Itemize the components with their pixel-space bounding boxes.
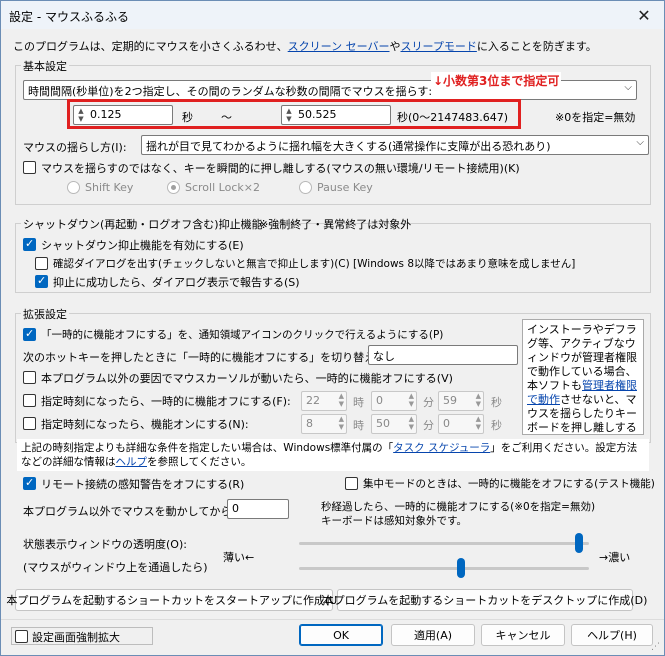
footer-divider	[1, 619, 664, 620]
on-minute-unit: 分	[423, 419, 434, 432]
screensaver-link[interactable]: スクリーン セーバー	[288, 40, 390, 53]
idle-note-1: 秒経過したら、一時的に機能オフにする(※0を指定=無効)	[321, 501, 596, 513]
shutdown-enable-checkbox[interactable]	[23, 237, 36, 251]
window-title: 設定 - マウスふるふる	[9, 10, 129, 24]
max-spin-arrows[interactable]: ▲ ▼	[282, 106, 296, 124]
on-second-unit: 秒	[491, 419, 502, 432]
close-button[interactable]: ✕	[624, 1, 664, 29]
off-time-label: 指定時刻になったら、一時的に機能オフにする(F):	[41, 395, 291, 408]
task-scheduler-info: 上記の時刻指定よりも詳細な条件を指定したい場合は、Windows標準付属の「タス…	[17, 439, 649, 471]
admin-note-box: インストーラやデフラグ等、アクティブなウィンドウが管理者権限で動作している場合、…	[522, 319, 644, 435]
off-second-unit: 秒	[491, 396, 502, 409]
shake-method-label: マウスの揺らし方(I):	[23, 141, 127, 154]
idle-label: 本プログラム以外でマウスを動かしてから	[23, 505, 232, 518]
thin-label: 薄い←	[223, 551, 255, 564]
range-tilde: ～	[221, 111, 232, 124]
chevron-down-icon: ⌵	[636, 137, 644, 148]
opacity-sub-label: (マウスがウィンドウ上を通過したら)	[23, 561, 208, 574]
off-time-checkbox[interactable]	[23, 394, 36, 407]
title-bar: 設定 - マウスふるふる ✕	[1, 1, 664, 29]
tray-toggle-checkbox[interactable]	[23, 327, 36, 341]
ok-button[interactable]: OK	[299, 624, 383, 646]
shutdown-group-label: シャットダウン(再起動・ログオフ含む)抑止機能	[21, 216, 265, 232]
decimal-annotation: ↓小数第3位まで指定可	[431, 72, 562, 89]
on-minute-spinner[interactable]: 50 ▲ ▼	[371, 414, 417, 434]
zero-disable-note: ※0を指定=無効	[555, 111, 636, 124]
cursor-move-label: 本プログラム以外の要因でマウスカーソルが動いたら、一時的に機能オフにする(V)	[41, 372, 453, 385]
on-hour-unit: 時	[353, 419, 364, 432]
off-hour-unit: 時	[353, 396, 364, 409]
on-second-spinner[interactable]: 0 ▲ ▼	[438, 414, 484, 434]
hotkey-label: 次のホットキーを押したときに「一時的に機能オフにする」を切り替える:	[23, 351, 390, 364]
chevron-down-icon: ⌵	[624, 82, 632, 93]
hotkey-input[interactable]: なし	[368, 345, 518, 365]
focus-mode-label: 集中モードのときは、一時的に機能をオフにする(テスト機能)	[363, 478, 655, 490]
report-dialog-label: 抑止に成功したら、ダイアログ表示で報告する(S)	[53, 276, 300, 289]
resize-grip-icon[interactable]: ⋰	[651, 642, 661, 652]
radio-shift-key-label: Shift Key	[85, 181, 134, 194]
sleep-mode-link[interactable]: スリープモード	[401, 40, 477, 53]
cancel-button[interactable]: キャンセル	[481, 624, 565, 646]
off-minute-unit: 分	[423, 396, 434, 409]
intro-text: このプログラムは、定期的にマウスを小さくふるわせ、スクリーン セーバーやスリープ…	[13, 40, 597, 53]
help-button[interactable]: ヘルプ(H)	[571, 624, 653, 646]
startup-shortcut-button[interactable]: 本プログラムを起動するショートカットをスタートアップに作成(U)	[6, 589, 342, 611]
task-scheduler-link[interactable]: タスク スケジューラ	[393, 442, 490, 454]
radio-pause-key[interactable]	[299, 181, 312, 194]
idle-note-2: キーボードは感知対象外です。	[321, 515, 467, 527]
key-press-label: マウスを揺らすのではなく、キーを瞬間的に押し離しする(マウスの無い環境/リモート…	[41, 162, 520, 175]
enlarge-checkbox[interactable]	[15, 630, 28, 643]
off-minute-spinner[interactable]: 0 ▲ ▼	[371, 391, 417, 411]
radio-pause-key-label: Pause Key	[317, 181, 373, 194]
radio-scroll-lock-label: Scroll Lock×2	[185, 181, 260, 194]
basic-settings-label: 基本設定	[21, 58, 69, 74]
confirm-dialog-checkbox[interactable]	[35, 257, 48, 270]
min-spin-arrows[interactable]: ▲ ▼	[74, 106, 88, 124]
shake-method-combo[interactable]: 揺れが目で見てわかるように揺れ幅を大きくする(通常操作に支障が出る恐れあり) ⌵	[141, 135, 649, 155]
off-second-spinner[interactable]: 59 ▲ ▼	[438, 391, 484, 411]
max-interval-input[interactable]: ▲ ▼ 50.525	[281, 105, 391, 125]
min-interval-input[interactable]: ▲ ▼ 0.125	[73, 105, 173, 125]
dark-label: →濃い	[599, 551, 631, 564]
max-range-label: 秒(0～2147483.647)	[397, 111, 509, 124]
opacity-slider-track[interactable]	[299, 542, 589, 545]
help-link[interactable]: ヘルプ	[116, 456, 148, 468]
report-dialog-checkbox[interactable]	[35, 274, 48, 288]
remote-warning-checkbox[interactable]	[23, 476, 36, 490]
pass-opacity-slider-thumb[interactable]	[456, 558, 465, 578]
opacity-label: 状態表示ウィンドウの透明度(O):	[23, 538, 187, 551]
remote-warning-label: リモート接続の感知警告をオフにする(R)	[41, 478, 245, 491]
off-hour-spinner[interactable]: 22 ▲ ▼	[301, 391, 347, 411]
tray-toggle-label: 「一時的に機能オフにする」を、通知領域アイコンのクリックで行えるようにする(P)	[41, 329, 444, 341]
cursor-move-checkbox[interactable]	[23, 371, 36, 384]
extended-settings-label: 拡張設定	[21, 306, 69, 322]
desktop-shortcut-button[interactable]: 本プログラムを起動するショートカットをデスクトップに作成(D)	[323, 589, 647, 611]
close-icon: ✕	[637, 5, 651, 25]
focus-mode-checkbox[interactable]	[345, 477, 358, 490]
opacity-slider-thumb[interactable]	[575, 533, 584, 553]
radio-scroll-lock[interactable]	[167, 181, 180, 194]
shutdown-enable-label: シャットダウン抑止機能を有効にする(E)	[41, 239, 244, 252]
settings-window: 設定 - マウスふるふる ✕ このプログラムは、定期的にマウスを小さくふるわせ、…	[0, 0, 665, 656]
on-time-label: 指定時刻になったら、機能オンにする(N):	[41, 418, 249, 431]
on-time-checkbox[interactable]	[23, 417, 36, 430]
key-press-checkbox[interactable]	[23, 161, 36, 174]
on-hour-spinner[interactable]: 8 ▲ ▼	[301, 414, 347, 434]
pass-opacity-slider-track[interactable]	[299, 567, 589, 570]
confirm-dialog-label: 確認ダイアログを出す(チェックしないと無言で抑止します)(C) [Windows…	[53, 258, 576, 270]
apply-button[interactable]: 適用(A)	[391, 624, 475, 646]
shutdown-note: ※強制終了・異常終了は対象外	[259, 218, 412, 231]
idle-seconds-input[interactable]: 0	[227, 499, 289, 519]
enlarge-label: 設定画面強制拡大	[32, 631, 120, 644]
radio-shift-key[interactable]	[67, 181, 80, 194]
min-sec-unit: 秒	[182, 111, 193, 124]
